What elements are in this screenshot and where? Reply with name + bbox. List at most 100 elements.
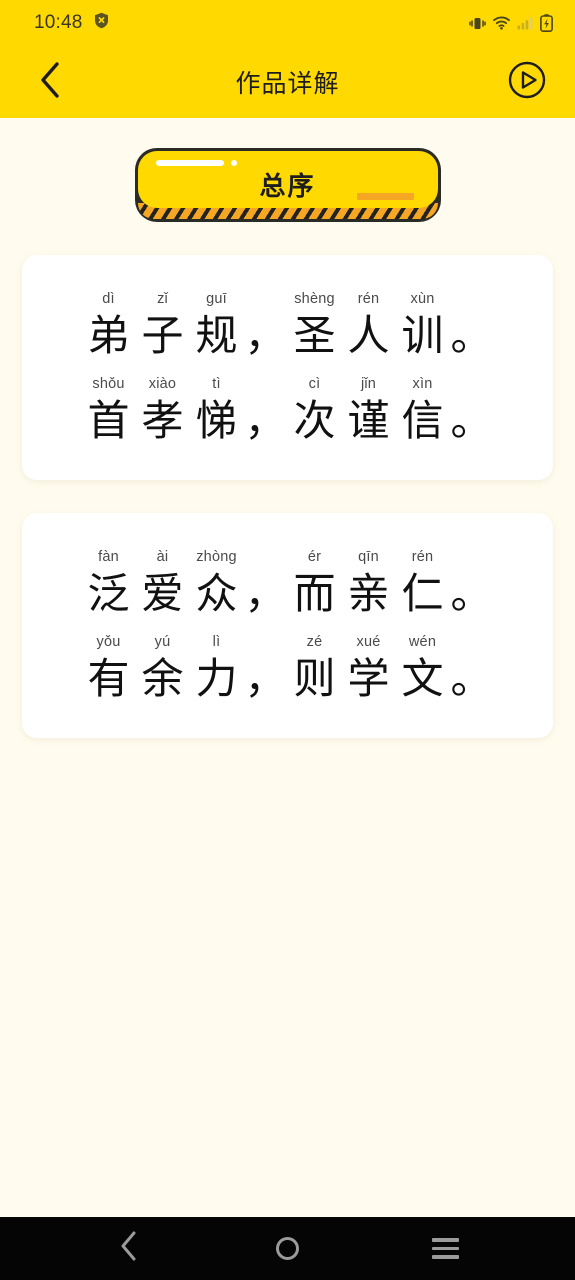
banner-label: 总序: [259, 170, 316, 201]
char-slot[interactable]: ér 而: [288, 547, 342, 621]
hanzi-text: 而: [293, 570, 336, 617]
punctuation-slot: ，: [244, 374, 288, 448]
char-slot[interactable]: zhòng 众: [190, 547, 244, 621]
char-slot[interactable]: shèng 圣: [288, 289, 342, 363]
status-bar-left: 10:48: [34, 12, 109, 34]
pinyin-text: jǐn: [360, 376, 377, 392]
char-slot[interactable]: xùn 训: [396, 289, 450, 363]
pinyin-text: wén: [408, 634, 437, 650]
char-slot[interactable]: dì 弟: [82, 289, 136, 363]
pinyin-text: cì: [308, 376, 321, 392]
punctuation-slot: ，: [244, 632, 288, 706]
punctuation-slot: 。: [450, 632, 494, 706]
hanzi-text: 圣: [293, 312, 336, 359]
pinyin-text: yú: [154, 634, 171, 650]
chevron-left-icon: [37, 60, 63, 105]
title-banner-wrap: 总序: [0, 118, 575, 222]
title-banner[interactable]: 总序: [134, 148, 441, 222]
hanzi-text: 信: [401, 397, 444, 444]
verse-line: yǒu 有 yú 余 lì 力 ， zé 则 xué 学 wén 文 。: [22, 632, 553, 706]
hanzi-text: 规: [195, 312, 238, 359]
pinyin-text: lì: [212, 634, 221, 650]
nav-home-button[interactable]: [260, 1226, 314, 1272]
pinyin-text: xìn: [412, 376, 433, 392]
hanzi-text: 人: [347, 312, 390, 359]
pinyin-text: fàn: [98, 549, 119, 565]
pinyin-text: zé: [306, 634, 323, 650]
char-slot[interactable]: yú 余: [136, 632, 190, 706]
char-slot[interactable]: ài 爱: [136, 547, 190, 621]
hanzi-text: 爱: [141, 570, 184, 617]
pinyin-text: rén: [411, 549, 434, 565]
hanzi-text: 学: [347, 655, 390, 702]
chevron-left-icon: [118, 1230, 140, 1267]
status-bar-right: [469, 14, 553, 32]
verse-line: fàn 泛 ài 爱 zhòng 众 ， ér 而 qīn 亲 rén 仁 。: [22, 547, 553, 621]
punctuation-slot: ，: [244, 289, 288, 363]
char-slot[interactable]: xiào 孝: [136, 374, 190, 448]
char-slot[interactable]: yǒu 有: [82, 632, 136, 706]
hanzi-text: 文: [401, 655, 444, 702]
hanzi-text: 泛: [87, 570, 130, 617]
nav-back-button[interactable]: [102, 1226, 156, 1272]
hanzi-text: 余: [141, 655, 184, 702]
char-slot[interactable]: zé 则: [288, 632, 342, 706]
hanzi-text: 力: [195, 655, 238, 702]
char-slot[interactable]: lì 力: [190, 632, 244, 706]
hanzi-text: 亲: [347, 570, 390, 617]
play-button[interactable]: [505, 60, 549, 104]
pinyin-text: rén: [357, 291, 380, 307]
char-slot[interactable]: fàn 泛: [82, 547, 136, 621]
char-slot[interactable]: xìn 信: [396, 374, 450, 448]
char-slot[interactable]: jǐn 谨: [342, 374, 396, 448]
pinyin-text: dì: [102, 291, 115, 307]
battery-charging-icon: [540, 14, 553, 32]
hanzi-text: 谨: [347, 397, 390, 444]
status-bar: 10:48: [0, 0, 575, 46]
char-slot[interactable]: qīn 亲: [342, 547, 396, 621]
hanzi-text: 有: [87, 655, 130, 702]
char-slot[interactable]: wén 文: [396, 632, 450, 706]
hanzi-text: 孝: [141, 397, 184, 444]
char-slot[interactable]: zǐ 子: [136, 289, 190, 363]
hanzi-text: 仁: [401, 570, 444, 617]
hanzi-text: ，: [244, 655, 287, 702]
header-back-button[interactable]: [30, 60, 70, 105]
circle-home-icon: [275, 1237, 299, 1260]
pinyin-text: yǒu: [96, 634, 121, 650]
verse-card-list: dì 弟 zǐ 子 guī 规 ， shèng 圣 rén 人 xùn 训 。 …: [0, 222, 575, 738]
pinyin-text: shǒu: [92, 376, 125, 392]
pinyin-text: tì: [212, 376, 221, 392]
hanzi-text: 悌: [195, 397, 238, 444]
char-slot[interactable]: rén 仁: [396, 547, 450, 621]
punctuation-slot: 。: [450, 374, 494, 448]
pinyin-text: ér: [307, 549, 322, 565]
pinyin-text: zǐ: [157, 291, 168, 307]
hanzi-text: 。: [450, 570, 493, 617]
verse-card[interactable]: dì 弟 zǐ 子 guī 规 ， shèng 圣 rén 人 xùn 训 。 …: [22, 255, 553, 480]
hanzi-text: 弟: [87, 312, 130, 359]
nav-recents-button[interactable]: [419, 1226, 473, 1272]
char-slot[interactable]: guī 规: [190, 289, 244, 363]
hanzi-text: 首: [87, 397, 130, 444]
vibrate-icon: [469, 16, 486, 31]
pinyin-text: qīn: [358, 549, 379, 565]
hanzi-text: 。: [450, 397, 493, 444]
shield-icon: [94, 12, 109, 34]
punctuation-slot: 。: [450, 289, 494, 363]
char-slot[interactable]: shǒu 首: [82, 374, 136, 448]
verse-card[interactable]: fàn 泛 ài 爱 zhòng 众 ， ér 而 qīn 亲 rén 仁 。 …: [22, 513, 553, 738]
char-slot[interactable]: tì 悌: [190, 374, 244, 448]
char-slot[interactable]: xué 学: [342, 632, 396, 706]
wifi-icon: [493, 16, 510, 30]
char-slot[interactable]: rén 人: [342, 289, 396, 363]
hanzi-text: 训: [401, 312, 444, 359]
pinyin-text: xiào: [148, 376, 177, 392]
punctuation-slot: 。: [450, 547, 494, 621]
hanzi-text: 。: [450, 655, 493, 702]
char-slot[interactable]: cì 次: [288, 374, 342, 448]
hanzi-text: ，: [244, 570, 287, 617]
status-time: 10:48: [34, 12, 83, 33]
page-title: 作品详解: [235, 70, 340, 98]
hanzi-text: 则: [293, 655, 336, 702]
